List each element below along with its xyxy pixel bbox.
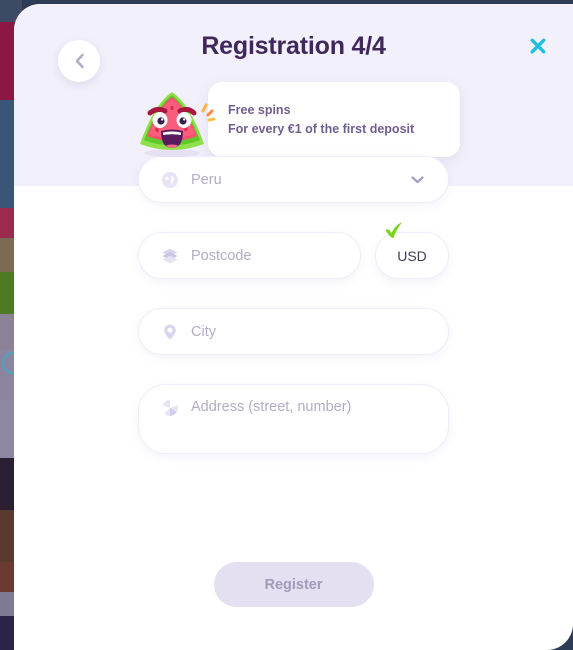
submit-area: Register (14, 562, 573, 607)
postcode-currency-row: Postcode USD (138, 222, 449, 279)
check-icon (383, 221, 405, 246)
watermelon-mascot-icon (130, 86, 216, 158)
registration-modal: Registration 4/4 Free spins For every €1… (14, 4, 573, 650)
address-icon (161, 399, 179, 417)
postcode-placeholder: Postcode (191, 247, 252, 264)
bonus-text: Free spins For every €1 of the first dep… (228, 103, 415, 136)
registration-form: Peru Postcode USD City Address (street, … (14, 156, 573, 483)
chevron-down-icon (411, 171, 424, 189)
close-icon (529, 37, 547, 58)
globe-icon (161, 171, 179, 189)
envelope-icon (161, 247, 179, 265)
currency-value: USD (397, 247, 427, 264)
bonus-banner: Free spins For every €1 of the first dep… (130, 82, 460, 157)
country-select[interactable]: Peru (138, 156, 449, 203)
currency-selector[interactable]: USD (375, 222, 449, 279)
address-input[interactable]: Address (street, number) (138, 384, 449, 454)
address-placeholder: Address (street, number) (191, 399, 352, 415)
bonus-bubble: Free spins For every €1 of the first dep… (208, 82, 460, 157)
location-pin-icon (161, 323, 179, 341)
city-placeholder: City (191, 323, 216, 340)
postcode-input[interactable]: Postcode (138, 232, 361, 279)
city-input[interactable]: City (138, 308, 449, 355)
page-title: Registration 4/4 (201, 32, 386, 60)
register-button[interactable]: Register (213, 562, 374, 607)
country-value: Peru (191, 171, 222, 188)
close-button[interactable] (523, 32, 553, 62)
